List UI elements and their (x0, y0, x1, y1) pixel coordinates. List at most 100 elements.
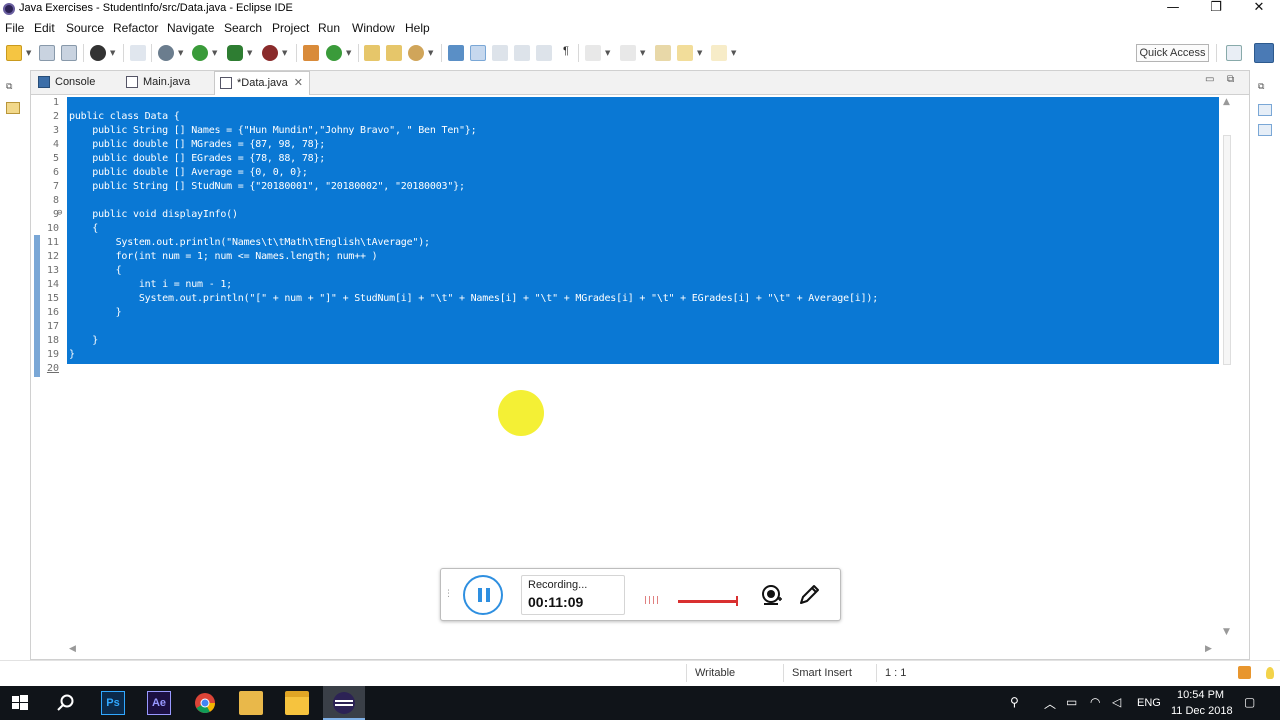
volume-slider[interactable] (678, 600, 738, 603)
external-tools-icon[interactable] (262, 45, 278, 61)
pen-icon[interactable] (797, 583, 821, 607)
menu-help[interactable]: Help (405, 21, 430, 35)
coverage-icon[interactable] (227, 45, 243, 61)
search-icon[interactable] (54, 691, 78, 715)
run-icon[interactable] (192, 45, 208, 61)
restore-view-icon[interactable]: ⧉ (6, 82, 20, 94)
menu-navigate[interactable]: Navigate (167, 21, 214, 35)
notifications-icon[interactable]: ▢ (1244, 695, 1255, 709)
open-task-icon[interactable] (386, 45, 402, 61)
fold-icon[interactable]: ⊖ (57, 208, 66, 218)
restore-button[interactable]: ❐ (1194, 0, 1238, 18)
code-editor[interactable]: public class Data { public String [] Nam… (67, 95, 1219, 641)
tab-main-java[interactable]: Main.java (121, 71, 211, 95)
chevron-down-icon[interactable]: ▼ (282, 49, 287, 57)
menu-refactor[interactable]: Refactor (113, 21, 158, 35)
webcam-icon[interactable] (759, 583, 783, 607)
debug-icon[interactable] (158, 45, 174, 61)
chevron-down-icon[interactable]: ▼ (605, 49, 610, 57)
tab-console[interactable]: Console (33, 71, 119, 95)
package-explorer-icon[interactable] (6, 102, 20, 114)
quick-access-field[interactable]: Quick Access (1136, 44, 1209, 62)
battery-icon[interactable]: ▭ (1066, 695, 1077, 709)
skip-breakpoints-icon[interactable] (130, 45, 146, 61)
minimize-view-icon[interactable]: ▭ (1205, 74, 1214, 85)
scroll-up-icon[interactable]: ▲ (1223, 97, 1230, 107)
chevron-down-icon[interactable]: ▼ (178, 49, 183, 57)
drag-handle-icon[interactable]: ⋮ (444, 589, 453, 599)
volume-icon[interactable]: ◁ (1112, 695, 1121, 709)
scrollbar-thumb[interactable] (1223, 135, 1231, 365)
chevron-down-icon[interactable]: ▼ (346, 49, 351, 57)
new-java-class-icon[interactable] (326, 45, 342, 61)
chevron-down-icon[interactable]: ▼ (428, 49, 433, 57)
menu-window[interactable]: Window (352, 21, 395, 35)
minimize-button[interactable]: — (1151, 0, 1195, 18)
java-perspective-icon[interactable] (1254, 43, 1274, 63)
photoshop-icon[interactable]: Ps (101, 691, 125, 715)
people-icon[interactable]: ⚲ (1010, 695, 1019, 709)
chevron-up-icon[interactable]: ︿ (1044, 695, 1056, 712)
clock-time[interactable]: 10:54 PM (1177, 689, 1224, 701)
back-icon[interactable] (677, 45, 693, 61)
toolbar-separator (123, 44, 124, 62)
chevron-down-icon[interactable]: ▼ (212, 49, 217, 57)
restore-view-icon[interactable]: ⧉ (1258, 82, 1272, 94)
outline-icon[interactable] (1258, 124, 1272, 136)
chevron-down-icon[interactable]: ▼ (26, 49, 31, 57)
scroll-left-icon[interactable]: ◀ (69, 644, 76, 654)
clock-date[interactable]: 11 Dec 2018 (1171, 705, 1233, 717)
menu-file[interactable]: File (5, 21, 24, 35)
tab-data-java[interactable]: *Data.java ✕ (214, 71, 310, 95)
new-java-package-icon[interactable] (303, 45, 319, 61)
debug-perspective-icon[interactable] (90, 45, 106, 61)
mark-occurrences-icon[interactable] (470, 45, 486, 61)
tip-icon[interactable] (1266, 667, 1274, 679)
toggle-breadcrumb-icon[interactable] (448, 45, 464, 61)
previous-annotation-icon[interactable] (620, 45, 636, 61)
task-list-icon[interactable] (1258, 104, 1272, 116)
chevron-down-icon[interactable]: ▼ (640, 49, 645, 57)
word-wrap-icon[interactable] (514, 45, 530, 61)
menu-run[interactable]: Run (318, 21, 340, 35)
block-selection-icon[interactable] (492, 45, 508, 61)
menu-search[interactable]: Search (224, 21, 262, 35)
search-tool-icon[interactable] (408, 45, 424, 61)
volume-slider-handle[interactable] (736, 596, 738, 606)
close-button[interactable]: ✕ (1237, 0, 1280, 18)
wifi-icon[interactable]: ◠ (1090, 695, 1100, 709)
pilcrow-icon[interactable]: ¶ (558, 45, 574, 61)
save-all-icon[interactable] (61, 45, 77, 61)
last-edit-location-icon[interactable] (655, 45, 671, 61)
horizontal-scrollbar[interactable]: ◀ ▶ (67, 643, 1219, 657)
scroll-down-icon[interactable]: ▼ (1223, 627, 1230, 637)
show-whitespace-icon[interactable] (536, 45, 552, 61)
chevron-down-icon[interactable]: ▼ (731, 49, 736, 57)
scroll-right-icon[interactable]: ▶ (1205, 644, 1212, 654)
vertical-scrollbar[interactable]: ▲ ▼ (1219, 95, 1235, 641)
chrome-icon[interactable] (193, 691, 217, 715)
forward-icon[interactable] (711, 45, 727, 61)
new-icon[interactable] (6, 45, 22, 61)
rss-icon[interactable] (1238, 666, 1251, 679)
open-type-icon[interactable] (364, 45, 380, 61)
explorer-icon[interactable] (239, 691, 263, 715)
after-effects-icon[interactable]: Ae (147, 691, 171, 715)
menu-source[interactable]: Source (66, 21, 104, 35)
menu-edit[interactable]: Edit (34, 21, 55, 35)
folder-icon[interactable] (285, 691, 309, 715)
next-annotation-icon[interactable] (585, 45, 601, 61)
input-language[interactable]: ENG (1137, 697, 1161, 709)
menu-project[interactable]: Project (272, 21, 309, 35)
close-icon[interactable]: ✕ (294, 72, 303, 94)
open-perspective-icon[interactable] (1226, 45, 1242, 61)
chevron-down-icon[interactable]: ▼ (110, 49, 115, 57)
chevron-down-icon[interactable]: ▼ (697, 49, 702, 57)
pause-button[interactable] (463, 575, 503, 615)
save-icon[interactable] (39, 45, 55, 61)
status-bar: Writable Smart Insert 1 : 1 (0, 660, 1280, 684)
start-icon[interactable] (8, 691, 32, 715)
chevron-down-icon[interactable]: ▼ (247, 49, 252, 57)
eclipse-taskbar-button[interactable] (323, 686, 365, 720)
maximize-view-icon[interactable]: ⧉ (1227, 74, 1234, 85)
